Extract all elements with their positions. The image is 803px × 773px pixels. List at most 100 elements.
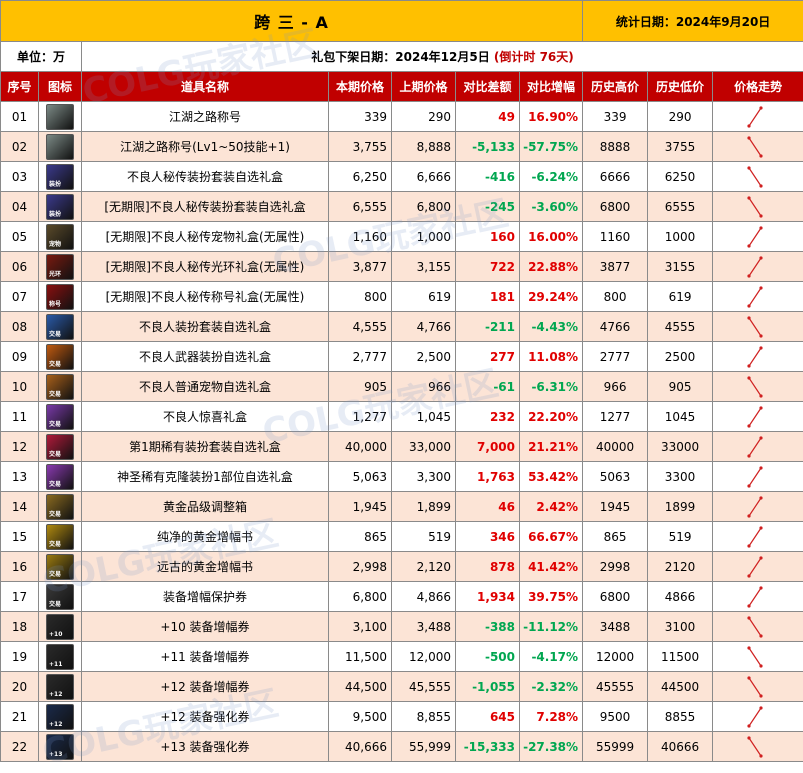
icon-tag: 交易 (49, 541, 61, 548)
trend-line (749, 708, 761, 726)
trend-up-sparkline (743, 404, 773, 430)
row-number: 01 (1, 102, 39, 132)
icon-tag: 交易 (49, 361, 61, 368)
current-price: 6,250 (329, 162, 392, 192)
trend-down-sparkline (743, 614, 773, 640)
trend-line (749, 378, 761, 396)
table-row: 12交易第1期稀有装扮套装自选礼盒40,00033,0007,00021.21%… (1, 432, 803, 462)
table-row: 01江湖之路称号3392904916.90%339290 (1, 102, 803, 132)
icon-tag: +12 (49, 721, 62, 728)
trend-line (749, 138, 761, 156)
history-high: 966 (583, 372, 648, 402)
table-row: 02江湖之路称号(Lv1~50技能+1)3,7558,888-5,133-57.… (1, 132, 803, 162)
icon-tag: 光环 (49, 271, 61, 278)
trend-line (749, 678, 761, 696)
history-high: 1160 (583, 222, 648, 252)
item-name: [无期限]不良人秘传装扮套装自选礼盒 (82, 192, 329, 222)
history-low: 3100 (648, 612, 713, 642)
trend-down-sparkline (743, 164, 773, 190)
trend-point (747, 376, 750, 379)
trend-line (749, 468, 761, 486)
history-low: 44500 (648, 672, 713, 702)
history-low: 3300 (648, 462, 713, 492)
trend-point (759, 406, 762, 409)
icon-cell: +12 (39, 672, 82, 702)
trend-line (749, 738, 761, 756)
aura-box-icon: 光环 (46, 254, 74, 280)
trend-point (747, 724, 750, 727)
stat-date: 统计日期：2024年9月20日 (583, 1, 803, 42)
gift-box-icon: 交易 (46, 404, 74, 430)
icon-cell: 装扮 (39, 162, 82, 192)
trend-point (759, 556, 762, 559)
trend-point (747, 424, 750, 427)
weapon-box-icon: 交易 (46, 344, 74, 370)
trend-point (759, 496, 762, 499)
column-header: 本期价格 (329, 72, 392, 102)
table-row: 10交易不良人普通宠物自选礼盒905966-61-6.31%966905 (1, 372, 803, 402)
amplify-ticket-icon: +10 (46, 614, 74, 640)
row-number: 14 (1, 492, 39, 522)
table-row: 08交易不良人装扮套装自选礼盒4,5554,766-211-4.43%47664… (1, 312, 803, 342)
row-number: 19 (1, 642, 39, 672)
trend-cell (713, 582, 803, 612)
table-row: 06光环[无期限]不良人秘传光环礼盒(无属性)3,8773,15572222.8… (1, 252, 803, 282)
trend-line (749, 528, 761, 546)
current-price: 9,500 (329, 702, 392, 732)
golden-book-icon: 交易 (46, 554, 74, 580)
price-change-pct: 16.90% (520, 102, 583, 132)
trend-point (747, 574, 750, 577)
row-number: 03 (1, 162, 39, 192)
previous-price: 1,000 (392, 222, 456, 252)
icon-tag: 交易 (49, 331, 61, 338)
previous-price: 2,500 (392, 342, 456, 372)
row-number: 10 (1, 372, 39, 402)
history-high: 40000 (583, 432, 648, 462)
icon-cell: 光环 (39, 252, 82, 282)
item-name: 装备增幅保护券 (82, 582, 329, 612)
reinforce-ticket-icon: +12 (46, 704, 74, 730)
trend-cell (713, 492, 803, 522)
info-row: 单位：万 礼包下架日期：2024年12月5日 (倒计时 76天) (1, 42, 803, 72)
icon-cell: 称号 (39, 282, 82, 312)
trend-point (747, 166, 750, 169)
column-header: 对比增幅 (520, 72, 583, 102)
pet-box-icon: 宠物 (46, 224, 74, 250)
history-low: 905 (648, 372, 713, 402)
previous-price: 2,120 (392, 552, 456, 582)
price-change-pct: -6.24% (520, 162, 583, 192)
trend-cell (713, 552, 803, 582)
current-price: 1,277 (329, 402, 392, 432)
price-diff: -416 (456, 162, 520, 192)
icon-cell: +12 (39, 702, 82, 732)
history-low: 1045 (648, 402, 713, 432)
price-diff: 181 (456, 282, 520, 312)
table-row: 20+12+12 装备增幅券44,50045,555-1,055-2.32%45… (1, 672, 803, 702)
item-name: 江湖之路称号(Lv1~50技能+1) (82, 132, 329, 162)
price-diff: 49 (456, 102, 520, 132)
price-change-pct: 22.88% (520, 252, 583, 282)
row-number: 22 (1, 732, 39, 762)
price-change-pct: 39.75% (520, 582, 583, 612)
previous-price: 55,999 (392, 732, 456, 762)
trend-up-sparkline (743, 254, 773, 280)
price-diff: -61 (456, 372, 520, 402)
history-high: 3488 (583, 612, 648, 642)
price-diff: 878 (456, 552, 520, 582)
golden-book-icon: 交易 (46, 524, 74, 550)
reinforce-ticket-icon: +13 (46, 734, 74, 760)
history-low: 3155 (648, 252, 713, 282)
column-header: 历史高价 (583, 72, 648, 102)
amplify-ticket-icon: +12 (46, 674, 74, 700)
trend-up-sparkline (743, 224, 773, 250)
price-change-pct: -57.75% (520, 132, 583, 162)
trend-point (759, 184, 762, 187)
trend-point (759, 436, 762, 439)
current-price: 40,000 (329, 432, 392, 462)
table-row: 03装扮不良人秘传装扮套装自选礼盒6,2506,666-416-6.24%666… (1, 162, 803, 192)
item-name: +12 装备增幅券 (82, 672, 329, 702)
price-diff: 160 (456, 222, 520, 252)
column-header: 图标 (39, 72, 82, 102)
price-change-pct: -27.38% (520, 732, 583, 762)
column-header: 价格走势 (713, 72, 803, 102)
